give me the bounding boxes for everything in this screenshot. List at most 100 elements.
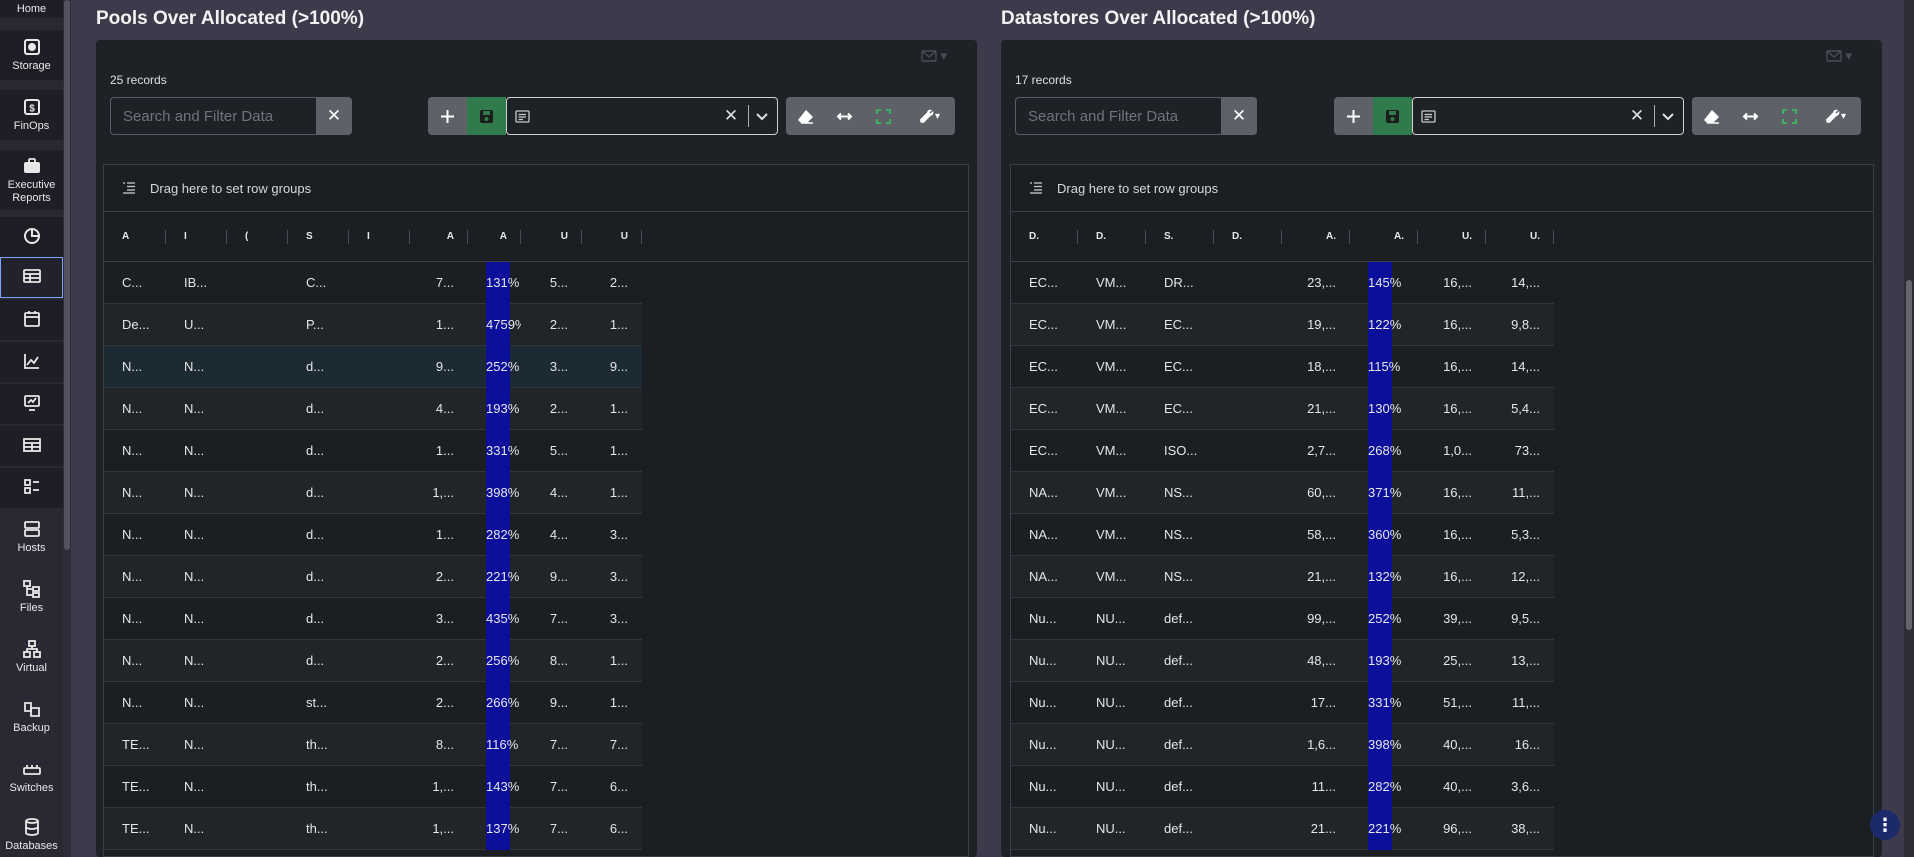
- table-cell[interactable]: 14,...: [1486, 346, 1554, 388]
- table-cell[interactable]: [349, 808, 410, 850]
- allocation-percent-cell[interactable]: 398%: [1350, 723, 1418, 766]
- sidebar-item-hosts[interactable]: Hosts: [0, 512, 63, 562]
- allocation-percent-cell[interactable]: 131%: [468, 261, 521, 304]
- column-header[interactable]: I: [349, 212, 410, 262]
- datastores-save-button[interactable]: [1373, 97, 1412, 135]
- datastores-fullscreen-button[interactable]: [1770, 97, 1809, 135]
- table-row[interactable]: N... N... d... 3... 435% 7... 3...: [104, 597, 642, 640]
- table-cell[interactable]: Nu...: [1011, 640, 1078, 682]
- table-cell[interactable]: [227, 640, 288, 682]
- table-cell[interactable]: VM...: [1078, 472, 1146, 514]
- table-cell[interactable]: 3...: [521, 346, 582, 388]
- table-cell[interactable]: NU...: [1078, 724, 1146, 766]
- allocation-percent-cell[interactable]: 282%: [468, 513, 521, 556]
- table-cell[interactable]: N...: [104, 682, 166, 724]
- table-cell[interactable]: d...: [288, 430, 349, 472]
- table-cell[interactable]: NU...: [1078, 640, 1146, 682]
- pools-eraser-button[interactable]: [786, 97, 825, 135]
- table-cell[interactable]: Nu...: [1011, 682, 1078, 724]
- sidebar-item-grid[interactable]: [0, 426, 63, 466]
- table-cell[interactable]: NU...: [1078, 766, 1146, 808]
- table-cell[interactable]: N...: [104, 430, 166, 472]
- table-cell[interactable]: 1...: [410, 430, 468, 472]
- table-cell[interactable]: 2...: [582, 262, 642, 304]
- table-cell[interactable]: 1,6...: [1282, 724, 1350, 766]
- allocation-percent-cell[interactable]: 193%: [1350, 639, 1418, 682]
- allocation-percent-cell[interactable]: 256%: [468, 639, 521, 682]
- table-cell[interactable]: def...: [1146, 640, 1214, 682]
- table-cell[interactable]: 38,...: [1486, 808, 1554, 850]
- table-cell[interactable]: 7...: [521, 808, 582, 850]
- main-scroll-thumb[interactable]: [1906, 280, 1912, 630]
- allocation-percent-cell[interactable]: 193%: [468, 387, 521, 430]
- table-cell[interactable]: [227, 262, 288, 304]
- table-cell[interactable]: 7...: [521, 724, 582, 766]
- table-cell[interactable]: N...: [166, 472, 227, 514]
- table-cell[interactable]: N...: [166, 640, 227, 682]
- table-row[interactable]: EC... VM... EC... 19,... 122% 16,... 9,8...: [1011, 303, 1554, 346]
- table-cell[interactable]: 48,...: [1282, 640, 1350, 682]
- table-cell[interactable]: [227, 430, 288, 472]
- table-row[interactable]: N... N... d... 1... 282% 4... 3...: [104, 513, 642, 556]
- allocation-percent-cell[interactable]: 331%: [468, 429, 521, 472]
- allocation-percent-cell[interactable]: 282%: [1350, 765, 1418, 808]
- table-cell[interactable]: th...: [288, 766, 349, 808]
- table-cell[interactable]: 9...: [582, 346, 642, 388]
- sidebar-item-line-chart[interactable]: [0, 342, 63, 382]
- clear-view-icon[interactable]: ✕: [720, 106, 742, 126]
- table-cell[interactable]: 3...: [582, 598, 642, 640]
- table-cell[interactable]: 96,...: [1418, 808, 1486, 850]
- table-cell[interactable]: N...: [166, 514, 227, 556]
- table-cell[interactable]: [349, 262, 410, 304]
- table-cell[interactable]: 1...: [582, 388, 642, 430]
- chevron-down-icon[interactable]: [755, 109, 769, 123]
- table-cell[interactable]: [1214, 346, 1282, 388]
- table-cell[interactable]: EC...: [1011, 346, 1078, 388]
- pools-search-clear-button[interactable]: ✕: [316, 97, 352, 135]
- table-cell[interactable]: [227, 346, 288, 388]
- sidebar-item-executive-reports[interactable]: Executive Reports: [0, 150, 63, 210]
- table-cell[interactable]: N...: [104, 472, 166, 514]
- column-header[interactable]: D.: [1214, 212, 1282, 262]
- table-row[interactable]: EC... VM... EC... 21,... 130% 16,... 5,4...: [1011, 387, 1554, 430]
- pools-add-button[interactable]: [428, 97, 467, 135]
- table-cell[interactable]: d...: [288, 640, 349, 682]
- table-cell[interactable]: [1214, 808, 1282, 850]
- table-cell[interactable]: 9...: [410, 346, 468, 388]
- table-cell[interactable]: def...: [1146, 682, 1214, 724]
- table-cell[interactable]: [1214, 640, 1282, 682]
- table-cell[interactable]: 11...: [1282, 766, 1350, 808]
- table-cell[interactable]: EC...: [1146, 388, 1214, 430]
- table-cell[interactable]: ISO...: [1146, 430, 1214, 472]
- column-header[interactable]: U.: [1486, 212, 1554, 262]
- table-cell[interactable]: 4...: [521, 472, 582, 514]
- table-cell[interactable]: 2...: [521, 304, 582, 346]
- table-cell[interactable]: [1214, 682, 1282, 724]
- pools-row-group-bar[interactable]: Drag here to set row groups: [104, 165, 968, 212]
- table-cell[interactable]: N...: [166, 724, 227, 766]
- table-cell[interactable]: 11,...: [1486, 472, 1554, 514]
- table-cell[interactable]: 1...: [582, 472, 642, 514]
- table-row[interactable]: Nu... NU... def... 48,... 193% 25,... 13,...: [1011, 639, 1554, 682]
- table-cell[interactable]: VM...: [1078, 262, 1146, 304]
- table-cell[interactable]: N...: [166, 430, 227, 472]
- table-cell[interactable]: De...: [104, 304, 166, 346]
- table-cell[interactable]: 1,...: [410, 766, 468, 808]
- table-cell[interactable]: [227, 556, 288, 598]
- table-cell[interactable]: 1...: [582, 682, 642, 724]
- table-cell[interactable]: Nu...: [1011, 766, 1078, 808]
- more-options-button[interactable]: ⋮: [1870, 810, 1900, 840]
- table-row[interactable]: Nu... NU... def... 99,... 252% 39,... 9,5...: [1011, 597, 1554, 640]
- sidebar-item-storage[interactable]: Storage: [0, 30, 63, 80]
- datastores-search-clear-button[interactable]: ✕: [1221, 97, 1257, 135]
- table-cell[interactable]: EC...: [1011, 262, 1078, 304]
- table-cell[interactable]: 14,...: [1486, 262, 1554, 304]
- table-cell[interactable]: TE...: [104, 808, 166, 850]
- table-cell[interactable]: 8...: [410, 724, 468, 766]
- clear-view-icon[interactable]: ✕: [1626, 106, 1648, 126]
- table-cell[interactable]: 73...: [1486, 430, 1554, 472]
- pools-view-select[interactable]: ✕: [506, 97, 778, 135]
- table-cell[interactable]: 9...: [521, 556, 582, 598]
- table-cell[interactable]: [1214, 388, 1282, 430]
- table-cell[interactable]: d...: [288, 346, 349, 388]
